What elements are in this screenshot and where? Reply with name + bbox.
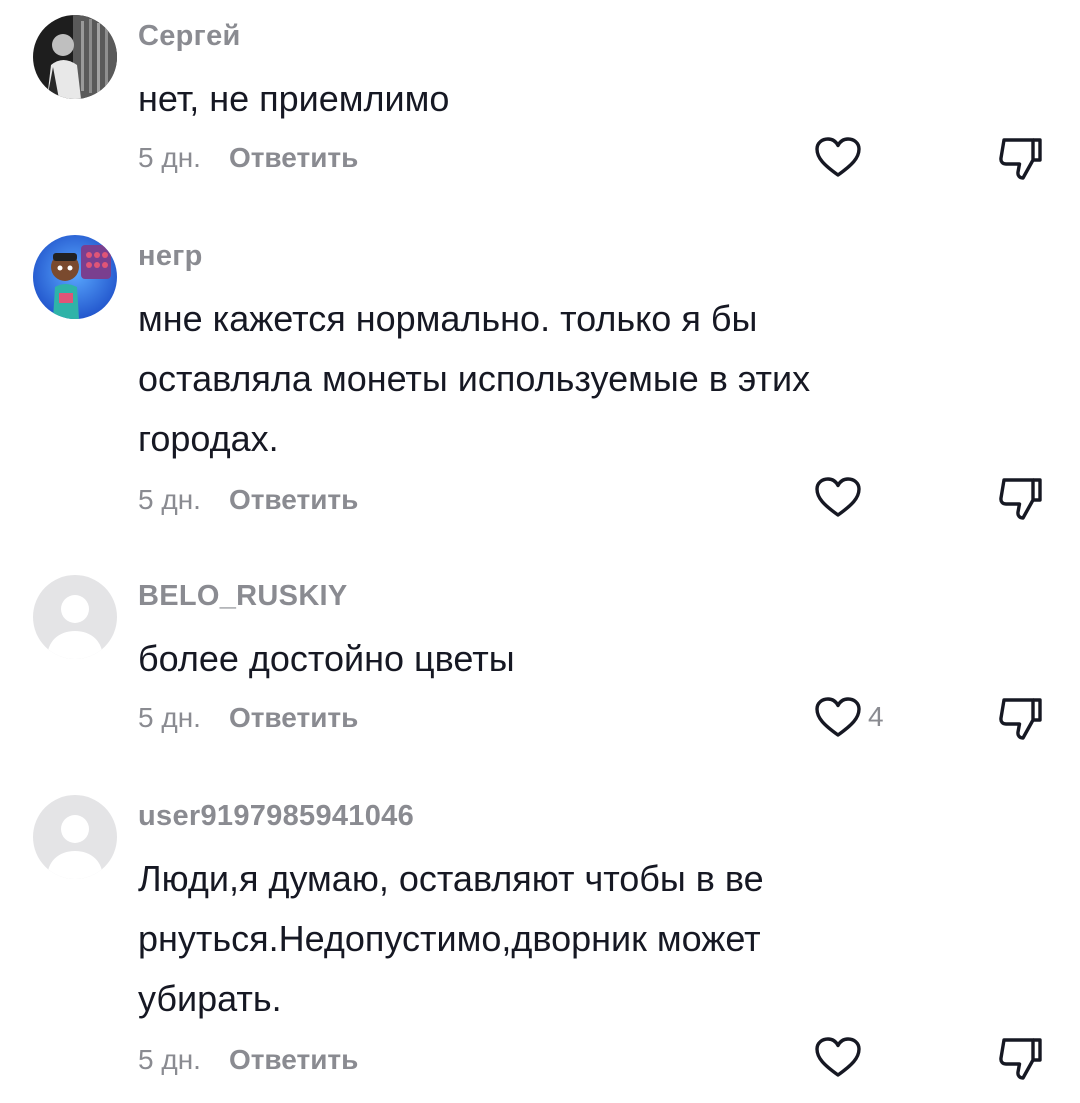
like-count: 4 [868, 701, 884, 732]
thumbs-down-outline-icon [999, 138, 1042, 180]
reply-button[interactable]: Ответить [229, 702, 358, 734]
comment-timestamp: 5 дн. [138, 484, 201, 515]
comment-text: Люди,я думаю, оставляют чтобы в ве рнуть… [138, 858, 764, 1019]
comment-username[interactable]: негр [138, 240, 203, 273]
comment-username[interactable]: Сергей [138, 20, 241, 53]
thumbs-down-outline-icon [999, 698, 1042, 740]
dislike-button[interactable] [996, 696, 1044, 745]
comment-meta: 5 дн. Ответить [138, 138, 358, 178]
comment-text: нет, не приемлимо [138, 78, 450, 119]
comment-meta: 5 дн. Ответить [138, 1040, 358, 1080]
like-button[interactable]: 4 [814, 696, 884, 738]
like-button[interactable] [814, 1036, 868, 1078]
reply-button[interactable]: Ответить [229, 142, 358, 174]
comment-text: более достойно цветы [138, 638, 515, 679]
user-silhouette-icon [33, 575, 117, 659]
like-button[interactable] [814, 476, 868, 518]
like-button[interactable] [814, 136, 868, 178]
avatar[interactable] [33, 795, 117, 879]
user-photo-icon [33, 15, 117, 99]
game-character-avatar-icon [33, 235, 117, 319]
reply-button[interactable]: Ответить [229, 484, 358, 516]
heart-outline-icon [815, 477, 861, 517]
heart-outline-icon [815, 1037, 861, 1077]
comment-meta: 5 дн. Ответить [138, 698, 358, 738]
comment-timestamp: 5 дн. [138, 142, 201, 173]
thumbs-down-outline-icon [999, 478, 1042, 520]
heart-outline-icon [815, 137, 861, 177]
comment-text: мне кажется нормально. только я бы остав… [138, 298, 811, 459]
comment-timestamp: 5 дн. [138, 702, 201, 733]
user-silhouette-icon [33, 795, 117, 879]
avatar[interactable] [33, 235, 117, 319]
comment-username[interactable]: user9197985941046 [138, 800, 414, 833]
heart-outline-icon [815, 697, 861, 737]
comment-timestamp: 5 дн. [138, 1044, 201, 1075]
dislike-button[interactable] [996, 136, 1044, 185]
dislike-button[interactable] [996, 1036, 1044, 1085]
avatar[interactable] [33, 575, 117, 659]
reply-button[interactable]: Ответить [229, 1044, 358, 1076]
comment-meta: 5 дн. Ответить [138, 480, 358, 520]
comment-list: Сергей нет, не приемлимо 5 дн. Ответить [0, 0, 1080, 1103]
dislike-button[interactable] [996, 476, 1044, 525]
avatar[interactable] [33, 15, 117, 99]
thumbs-down-outline-icon [999, 1038, 1042, 1080]
comment-username[interactable]: BELO_RUSKIY [138, 580, 348, 613]
